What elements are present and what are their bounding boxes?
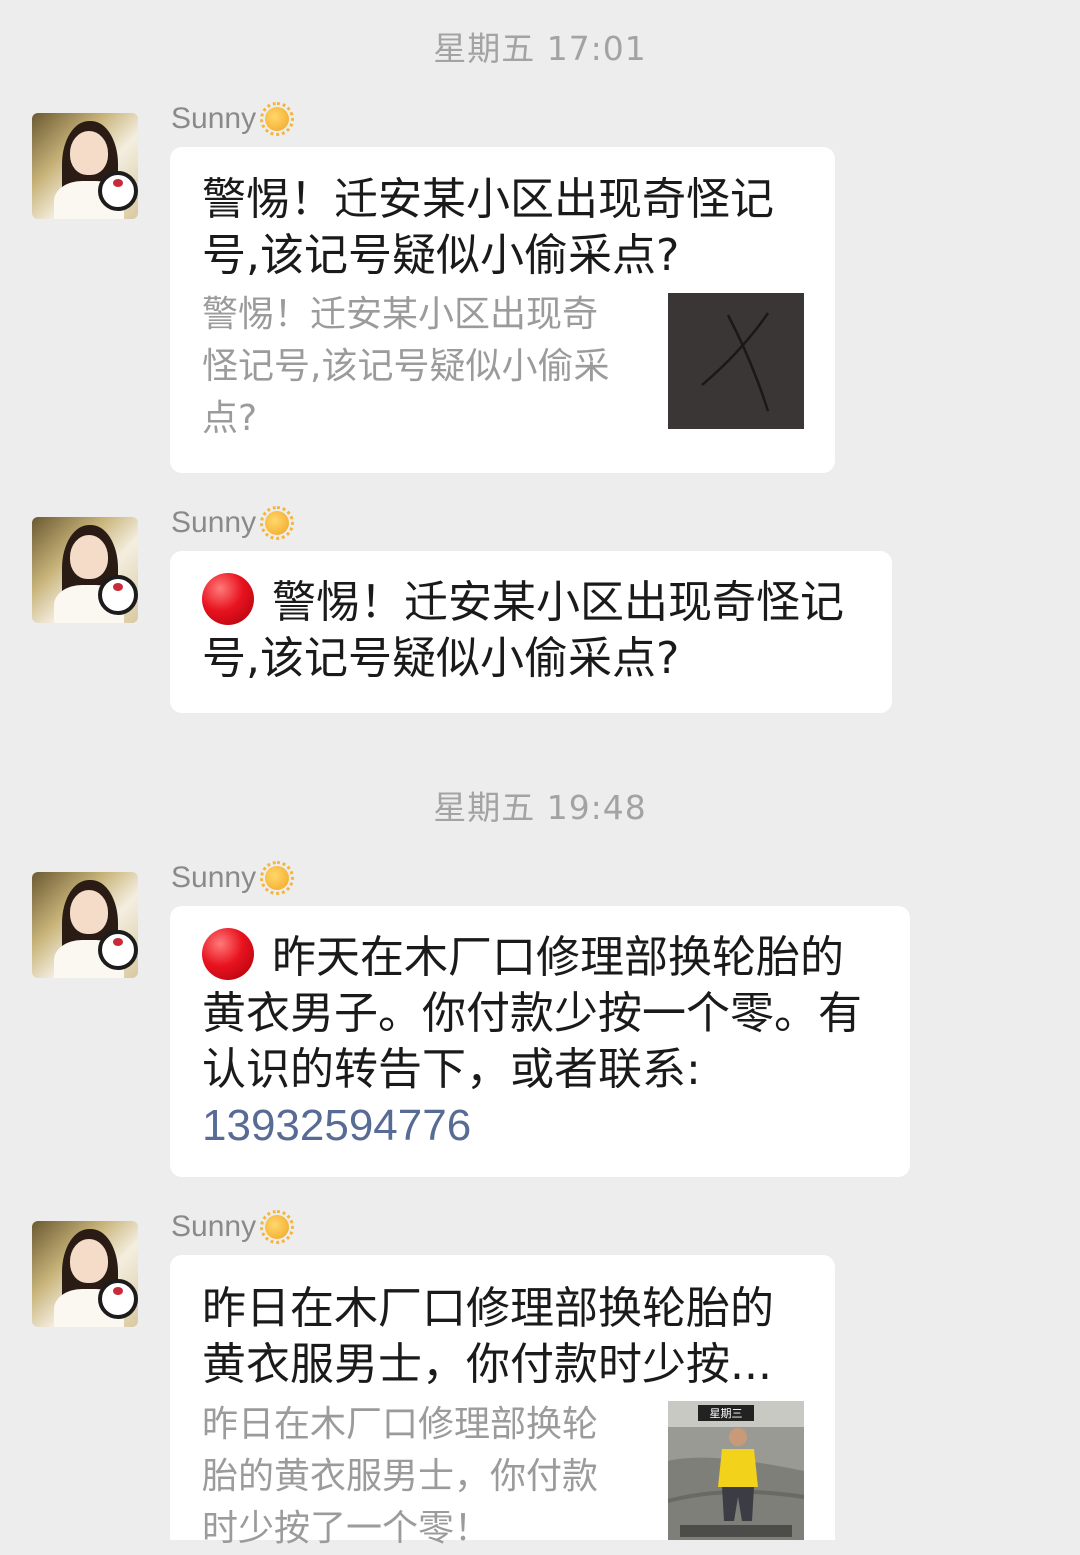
- avatar[interactable]: [32, 113, 138, 219]
- message-text: 昨天在木厂口修理部换轮胎的黄衣男子。你付款少按一个零。有认识的转告下，或者联系:…: [202, 928, 882, 1154]
- timestamp: 星期五 17:01: [433, 29, 647, 68]
- message-bubble[interactable]: 昨天在木厂口修理部换轮胎的黄衣男子。你付款少按一个零。有认识的转告下，或者联系:…: [170, 906, 910, 1177]
- logo-seal-icon: [98, 930, 138, 970]
- x-mark-photo-icon: [668, 293, 804, 429]
- avatar[interactable]: [32, 517, 138, 623]
- link-card[interactable]: 警惕！迁安某小区出现奇怪记号,该记号疑似小偷采点? 警惕！迁安某小区出现奇怪记号…: [170, 147, 835, 473]
- message-bubble[interactable]: 警惕！迁安某小区出现奇怪记号,该记号疑似小偷采点?: [170, 551, 892, 713]
- sender-name: Sunny: [171, 102, 295, 136]
- logo-seal-icon: [98, 171, 138, 211]
- link-description: 警惕！迁安某小区出现奇怪记号,该记号疑似小偷采点?: [202, 294, 610, 439]
- avatar[interactable]: [32, 1221, 138, 1327]
- logo-seal-icon: [98, 575, 138, 615]
- sun-emoji-icon: [260, 861, 295, 895]
- thumbnail-caption: 星期三: [710, 1407, 743, 1420]
- sun-emoji-icon: [260, 506, 295, 540]
- sun-emoji-icon: [260, 1210, 295, 1244]
- sender-name: Sunny: [171, 506, 295, 540]
- sun-emoji-icon: [260, 102, 295, 136]
- link-description: 昨日在木厂口修理部换轮胎的黄衣服男士，你付款时少按了一个零！: [202, 1404, 599, 1549]
- link-thumbnail: [668, 293, 804, 429]
- link-title: 昨日在木厂口修理部换轮胎的黄衣服男士，你付款时少按...: [202, 1283, 774, 1390]
- red-circle-icon: [202, 573, 254, 625]
- timestamp: 星期五 19:48: [433, 788, 647, 827]
- sender-name: Sunny: [171, 1210, 295, 1244]
- link-card[interactable]: 昨日在木厂口修理部换轮胎的黄衣服男士，你付款时少按... 昨日在木厂口修理部换轮…: [170, 1255, 835, 1549]
- link-thumbnail: 星期三: [668, 1401, 804, 1540]
- red-circle-icon: [202, 928, 254, 980]
- avatar[interactable]: [32, 872, 138, 978]
- phone-number-link[interactable]: 13932594776: [202, 1101, 471, 1150]
- logo-seal-icon: [98, 1279, 138, 1319]
- link-title: 警惕！迁安某小区出现奇怪记号,该记号疑似小偷采点?: [202, 174, 774, 281]
- sender-name: Sunny: [171, 861, 295, 895]
- man-yellow-shirt-photo-icon: 星期三: [668, 1401, 804, 1540]
- message-text: 警惕！迁安某小区出现奇怪记号,该记号疑似小偷采点?: [202, 573, 864, 687]
